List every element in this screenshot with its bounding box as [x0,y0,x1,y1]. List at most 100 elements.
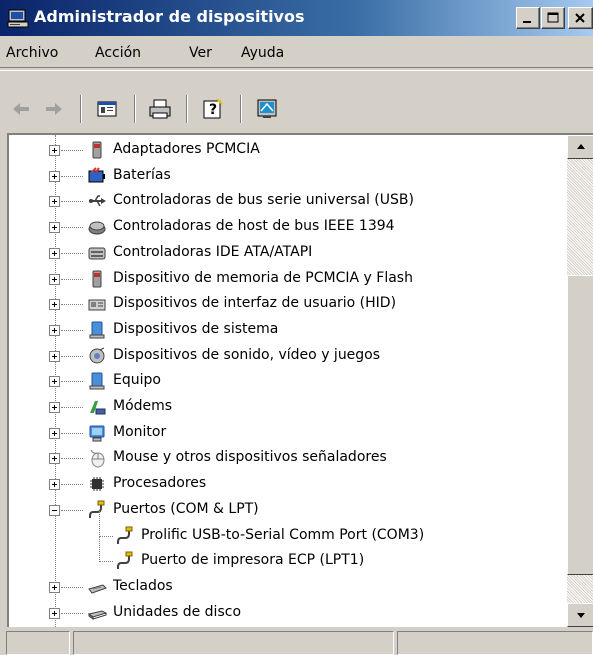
tree-item[interactable]: Dispositivos de sistema [9,318,567,343]
expand-toggle[interactable] [49,247,60,259]
expand-toggle[interactable] [49,581,60,593]
ide-controller-icon [87,243,107,263]
expand-toggle[interactable] [49,145,60,156]
tree-item[interactable]: Monitor [9,421,567,446]
menu-ver[interactable]: Ver [189,45,212,61]
back-arrow-icon[interactable] [9,97,33,121]
maximize-button[interactable] [541,7,565,29]
close-button[interactable] [568,7,593,29]
ieee1394-icon [87,217,107,237]
tree-connector [61,407,83,408]
tree-item-label: Puerto de impresora ECP (LPT1) [141,552,365,569]
forward-arrow-icon[interactable] [42,97,66,121]
tree-connector [61,458,83,460]
scan-hardware-icon[interactable] [255,97,279,121]
tree-item-label: Procesadores [113,475,207,492]
tree-item-label: Equipo [113,372,161,389]
tree-connector [61,201,83,203]
toolbar-separator [80,95,82,123]
tree-connector [99,535,113,537]
tree-item-label: Controladoras de host de bus IEEE 1394 [113,218,395,235]
menu-archivo[interactable]: Archivo [6,45,58,61]
expand-toggle[interactable] [49,453,60,465]
tree-item[interactable]: Controladoras IDE ATA/ATAPI [9,241,567,266]
expand-toggle[interactable] [49,273,60,285]
tree-item-label: Dispositivos de sistema [113,320,279,337]
tree-connector [99,536,100,563]
expand-toggle[interactable] [49,402,60,413]
device-manager-window: Administrador de dispositivos Archivo Ac… [0,0,593,655]
expand-toggle[interactable] [49,170,60,182]
device-tree-frame: Adaptadores PCMCIA Baterías Controladoras … [7,133,593,627]
tree-item-label: Teclados [113,577,173,594]
print-icon[interactable] [148,97,172,121]
minimize-button[interactable] [516,7,540,29]
processor-icon [87,474,107,494]
tree-connector [61,432,83,434]
tree-item[interactable]: Dispositivos de interfaz de usuario (HID… [9,292,567,317]
computer-icon [87,371,107,391]
tree-item-label: Adaptadores PCMCIA [113,141,260,157]
expand-toggle[interactable] [49,427,60,439]
expand-toggle[interactable] [49,196,60,208]
disk-drive-icon [87,603,108,623]
expand-toggle[interactable] [49,607,60,619]
vertical-scrollbar[interactable] [567,135,593,627]
tree-item[interactable]: Puerto de impresora ECP (LPT1) [9,536,567,574]
tree-item[interactable]: Controladoras de bus serie universal (US… [9,189,567,214]
pcmcia-icon [87,140,107,160]
menu-accion[interactable]: Acción [95,45,141,61]
expand-toggle[interactable] [49,350,60,362]
tree-item-label: Mouse y otros dispositivos señaladores [113,449,387,466]
tree-connector [61,150,83,151]
tree-connector [61,175,83,177]
tree-connector [61,329,83,331]
tree-item-label: Módems [113,398,173,414]
tree-item-label: Controladoras IDE ATA/ATAPI [113,243,313,260]
title-bar[interactable]: Administrador de dispositivos [0,0,593,36]
tree-item-label: Baterías [113,166,171,183]
tree-item[interactable]: Controladoras de host de bus IEEE 1394 [9,215,567,240]
scroll-down-button[interactable] [567,603,593,627]
hid-icon [87,294,107,314]
keyboard-icon [87,577,107,597]
expand-toggle[interactable] [49,222,60,234]
scroll-up-button[interactable] [567,135,593,159]
scroll-thumb[interactable] [567,275,593,575]
mouse-icon [87,448,107,468]
tree-connector [61,509,83,511]
tree-connector [61,484,83,486]
tree-item[interactable]: Módems [9,395,567,420]
toolbar-separator [134,95,136,123]
tree-item[interactable]: Equipo [9,369,567,394]
menu-ayuda[interactable]: Ayuda [241,45,284,61]
toolbar-separator [186,95,188,123]
tree-item-label: Controladoras de bus serie universal (US… [113,192,414,209]
expand-toggle[interactable] [49,376,60,388]
tree-item[interactable]: Adaptadores PCMCIA [9,138,567,163]
tree-connector [99,510,100,537]
tree-item[interactable]: Mouse y otros dispositivos señaladores [9,446,567,471]
usb-icon [87,191,107,211]
tree-item[interactable]: Baterías [9,164,567,189]
tree-item[interactable]: Dispositivo de memoria de PCMCIA y Flash [9,267,567,292]
device-tree[interactable]: Adaptadores PCMCIA Baterías Controladoras … [9,135,567,627]
tree-item[interactable]: Unidades de disco [9,601,567,626]
help-icon[interactable]: ? [201,97,225,121]
tree-item[interactable]: Procesadores [9,472,567,497]
tree-item[interactable]: Dispositivos de sonido, vídeo y juegos [9,344,567,369]
properties-icon[interactable] [95,97,119,121]
tree-item[interactable]: Puertos (COM & LPT) [9,498,567,523]
toolbar: ? [0,70,593,132]
tree-connector [61,252,83,254]
expand-toggle[interactable] [49,324,60,336]
window-title: Administrador de dispositivos [34,7,305,26]
tree-item[interactable]: Prolific USB-to-Serial Comm Port (COM3) [9,510,567,549]
expand-toggle[interactable] [49,479,60,491]
expand-toggle[interactable] [49,299,60,311]
collapse-toggle[interactable] [49,504,60,516]
sound-icon [87,346,107,366]
monitor-icon [87,423,107,443]
tree-item-label: Prolific USB-to-Serial Comm Port (COM3) [141,526,425,543]
tree-item[interactable]: Teclados [9,575,567,600]
